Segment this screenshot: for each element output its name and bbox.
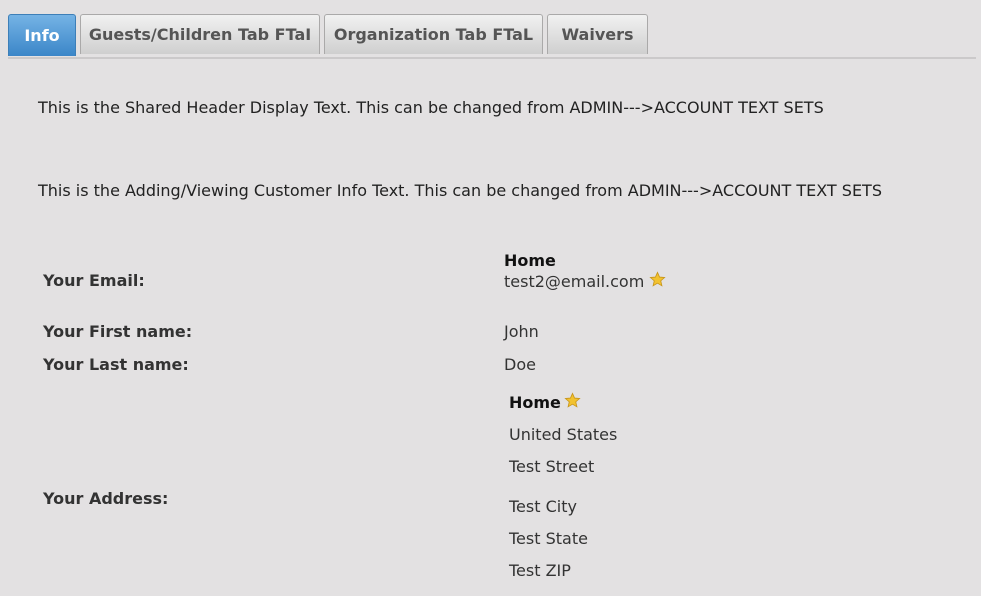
customer-info-text: This is the Adding/Viewing Customer Info… (38, 181, 882, 200)
shared-header-text: This is the Shared Header Display Text. … (38, 98, 824, 117)
tab-bar: Info Guests/Children Tab FTaI Organizati… (8, 13, 976, 59)
address-type: Home (509, 393, 561, 412)
address-zip: Test ZIP (509, 561, 571, 580)
email-value: test2@email.com (504, 272, 645, 291)
address-country: United States (509, 425, 618, 444)
first-name-value: John (504, 322, 539, 341)
tab-waivers[interactable]: Waivers (547, 14, 648, 54)
star-icon[interactable] (649, 271, 666, 288)
email-type: Home (504, 251, 556, 270)
first-name-label: Your First name: (43, 322, 193, 341)
email-label: Your Email: (43, 271, 145, 290)
star-icon[interactable] (564, 392, 581, 409)
last-name-value: Doe (504, 355, 536, 374)
last-name-label: Your Last name: (43, 355, 189, 374)
address-street: Test Street (509, 457, 595, 476)
tab-info[interactable]: Info (8, 14, 76, 56)
tab-guests-children[interactable]: Guests/Children Tab FTaI (80, 14, 320, 54)
address-state: Test State (509, 529, 588, 548)
address-city: Test City (509, 497, 577, 516)
address-label: Your Address: (43, 489, 169, 508)
tab-organization[interactable]: Organization Tab FTaL (324, 14, 543, 54)
